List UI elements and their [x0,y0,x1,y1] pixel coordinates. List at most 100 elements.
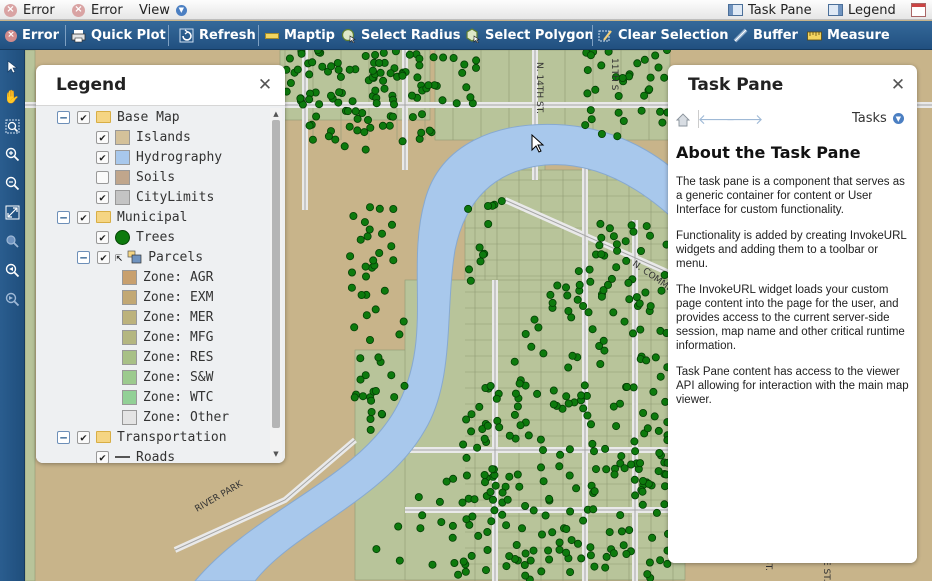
tree-point [645,85,654,94]
collapse-icon[interactable]: – [57,210,70,224]
tree-point [590,562,599,571]
layer-visibility-checkbox[interactable]: ✔ [77,110,90,124]
tree-point [360,218,369,227]
layer-visibility-checkbox[interactable]: ✔ [96,190,109,204]
tree-point [613,132,622,141]
collapse-icon[interactable]: – [77,250,90,264]
measure-button[interactable]: Measure [807,21,890,50]
legend-item-soils[interactable]: Soils [96,167,175,187]
collapse-icon[interactable]: – [57,430,70,444]
overflow-menu-icon[interactable] [911,0,926,20]
menu-item-task-pane[interactable]: Task Pane [728,0,812,20]
legend-item-zone-mer[interactable]: Zone: MER [116,307,213,327]
tree-point [505,472,514,481]
tree-point [462,515,471,524]
legend-item-transportation[interactable]: – ✔ Transportation [57,427,227,447]
back-arrow-icon[interactable]: 🡐 [698,111,736,128]
zoom-in-icon[interactable] [3,145,21,163]
collapse-icon[interactable]: – [57,110,70,124]
zoom-out-icon[interactable] [3,174,21,192]
legend-item-zone-agr[interactable]: Zone: AGR [116,267,213,287]
tree-point [565,445,574,454]
maptip-button[interactable]: Maptip [264,21,335,50]
legend-item-hydrography[interactable]: ✔ Hydrography [96,147,222,167]
legend-item-zone-exm[interactable]: Zone: EXM [116,287,213,307]
layer-visibility-checkbox[interactable]: ✔ [96,130,109,144]
scroll-up-icon[interactable]: ▲ [271,109,281,119]
menu-item-error-2[interactable]: × Error [72,0,123,20]
zoom-rectangle-icon[interactable] [3,117,21,135]
tree-point [513,470,522,479]
layer-visibility-checkbox[interactable] [96,170,109,184]
layer-visibility-checkbox[interactable]: ✔ [96,450,109,463]
tree-point [620,317,629,326]
legend-item-parcels[interactable]: – ✔ ⇱ Parcels [77,247,203,267]
tree-point [573,295,582,304]
tree-point [588,325,597,334]
legend-item-base-map[interactable]: – ✔ Base Map [57,107,180,127]
task-pane-title: Task Pane [688,75,784,95]
legend-item-citylimits[interactable]: ✔ CityLimits [96,187,214,207]
buffer-button[interactable]: Buffer [733,21,798,50]
legend-scrollbar-thumb[interactable] [272,120,280,428]
tree-point [521,501,530,510]
tree-point [334,65,343,74]
menu-item-error-1[interactable]: × Error [4,0,55,20]
close-icon[interactable]: ✕ [890,76,906,93]
tree-point [363,232,372,241]
tree-point [572,484,581,493]
select-polygon-button[interactable]: Select Polygon [465,21,594,50]
zoom-selection-icon[interactable] [3,232,21,250]
menu-item-legend[interactable]: Legend [828,0,896,20]
tree-point [614,108,623,117]
legend-item-zone-other[interactable]: Zone: Other [116,407,229,427]
tree-point [375,248,384,257]
tree-point [510,357,519,366]
tree-point [466,93,475,102]
legend-item-zone-wtc[interactable]: Zone: WTC [116,387,213,407]
quick-plot-button[interactable]: Quick Plot [71,21,166,50]
previous-view-icon[interactable] [3,261,21,279]
legend-item-zone-mfg[interactable]: Zone: MFG [116,327,213,347]
select-radius-button[interactable]: Select Radius [341,21,460,50]
forward-arrow-icon[interactable]: 🡒 [726,111,764,128]
legend-item-islands[interactable]: ✔ Islands [96,127,191,147]
layer-visibility-checkbox[interactable]: ✔ [96,230,109,244]
tree-point [308,135,317,144]
select-arrow-icon[interactable] [3,58,21,76]
layer-visibility-checkbox[interactable]: ✔ [77,430,90,444]
pan-icon[interactable]: ✋ [3,88,21,106]
refresh-button[interactable]: Refresh [179,21,256,50]
task-pane-paragraph: Task Pane content has access to the view… [676,366,909,406]
menu-item-view[interactable]: View ▼ [139,0,187,20]
legend-item-zone-res[interactable]: Zone: RES [116,347,213,367]
close-icon[interactable]: ✕ [257,76,273,93]
tree-point [308,58,317,67]
home-icon[interactable] [674,111,691,128]
tree-point [625,295,634,304]
zoom-extents-icon[interactable] [3,203,21,221]
tree-point [326,91,335,100]
layer-visibility-checkbox[interactable]: ✔ [77,210,90,224]
tree-point [350,323,359,332]
tasks-menu[interactable]: Tasks ▼ [852,111,904,126]
tree-point [361,145,370,154]
layer-visibility-checkbox[interactable]: ✔ [96,150,109,164]
legend-item-municipal[interactable]: – ✔ Municipal [57,207,187,227]
legend-item-roads[interactable]: ✔ Roads [96,447,175,463]
tree-point [587,115,596,124]
legend-item-zone-s-w[interactable]: Zone: S&W [116,367,213,387]
legend-item-label: Trees [136,229,176,245]
error-button[interactable]: × Error [5,21,59,50]
clear-selection-button[interactable]: Clear Selection [598,21,729,50]
legend-item-trees[interactable]: ✔ Trees [96,227,175,247]
task-pane-content: About the Task Pane The task pane is a c… [668,133,917,563]
legend-item-label: Zone: RES [143,349,214,365]
scroll-down-icon[interactable]: ▼ [271,449,281,459]
tree-point [651,51,660,60]
tree-point [286,78,295,87]
next-view-icon[interactable] [3,290,21,308]
layer-visibility-checkbox[interactable]: ✔ [97,250,110,264]
tree-point [371,305,380,314]
tree-point [639,408,648,417]
